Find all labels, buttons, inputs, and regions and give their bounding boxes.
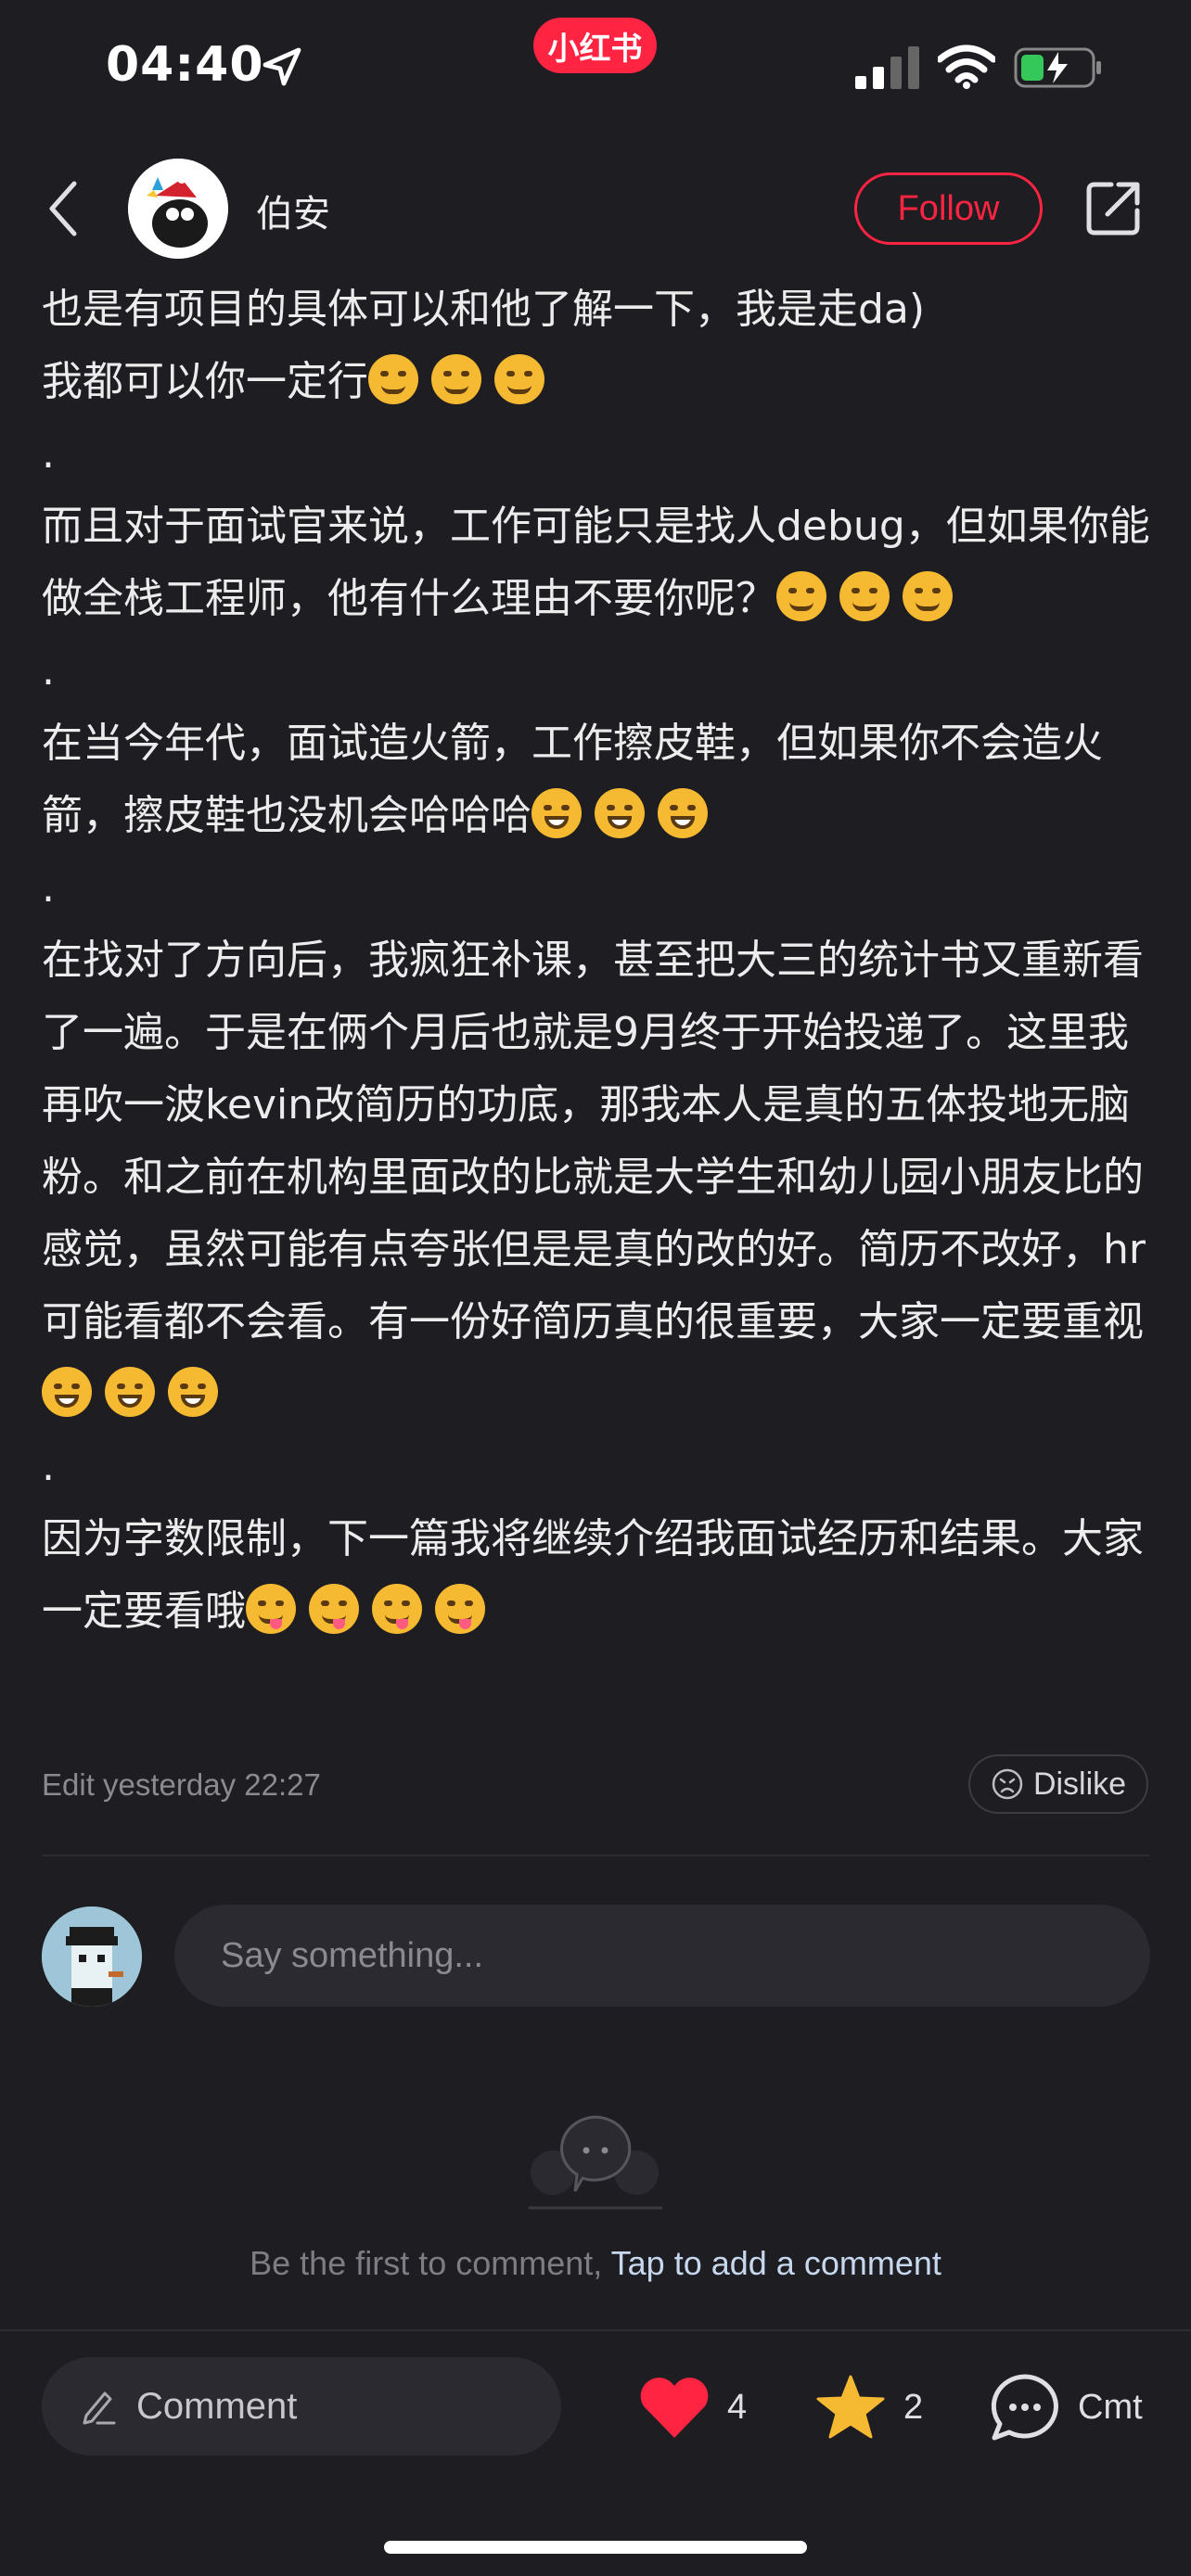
cellular-signal-icon [855,46,919,89]
paragraph: . [42,864,55,912]
smirking-face-icon [431,354,481,404]
paragraph: 在找对了方向后，我疯狂补课，甚至把大三的统计书又重新看了一遍。于是在俩个月后也就… [42,925,1155,1431]
dislike-button[interactable]: Dislike [968,1754,1148,1814]
smiley-face-icon [42,1367,92,1417]
user-avatar [42,1906,142,2007]
paragraph: . [42,1443,55,1490]
paragraph: . [42,430,55,478]
status-time: 04:40 [106,37,264,93]
comment-bubble-icon [991,2374,1058,2441]
avatar-illustration-icon [128,159,228,259]
edit-timestamp: Edit yesterday 22:27 [42,1767,321,1802]
paragraph: 在当今年代，面试造火箭，工作擦皮鞋，但如果你不会造火箭，擦皮鞋也没机会哈哈哈 [42,720,1103,839]
follow-button[interactable]: Follow [854,172,1043,245]
post-body: 也是有项目的具体可以和他了解一下，我是走da) 我都可以你一定行 . 而且对于面… [42,274,1155,1648]
heart-icon [640,2378,709,2438]
app-badge: 小红书 [533,18,657,73]
empty-comments-text: Be the first to comment, Tap to add a co… [0,2244,1191,2283]
grinning-face-icon [531,788,582,838]
pencil-icon [83,2391,116,2425]
battery-charging-icon [1014,47,1101,88]
grinning-face-icon [595,788,645,838]
paragraph: 也是有项目的具体可以和他了解一下，我是走da) [42,286,926,333]
share-icon[interactable] [1083,179,1143,238]
location-arrow-icon [263,47,301,86]
star-icon [816,2375,885,2439]
paragraph: . [42,647,55,695]
grinning-face-icon [658,788,708,838]
author-name[interactable]: 伯安 [256,184,330,237]
smirking-face-icon [368,354,418,404]
home-indicator[interactable] [384,2541,807,2554]
empty-comments-prompt: Be the first to comment, [250,2244,603,2282]
paragraph: 我都可以你一定行 [42,346,1155,418]
smirking-face-icon [839,571,890,621]
back-chevron-icon[interactable] [45,178,82,239]
paragraph: 而且对于面试官来说，工作可能只是找人debug，但如果你能做全栈工程师，他有什么… [42,503,1150,622]
say-something-input[interactable] [174,1905,1150,2007]
smiley-face-icon [105,1367,155,1417]
yum-face-icon [246,1584,296,1634]
comment-input-button[interactable]: Comment [42,2357,561,2455]
wifi-icon [938,45,995,89]
yum-face-icon [435,1584,485,1634]
divider [42,1855,1149,1856]
collect-count: 2 [903,2387,924,2427]
yum-face-icon [372,1584,422,1634]
smiley-face-icon [168,1367,218,1417]
add-comment-link[interactable]: Tap to add a comment [611,2244,941,2282]
smirking-face-icon [776,571,826,621]
like-button[interactable]: 4 [638,2374,747,2441]
like-count: 4 [727,2387,748,2427]
collect-button[interactable]: 2 [814,2374,923,2441]
smirking-face-icon [494,354,544,404]
frown-face-icon [992,1768,1023,1800]
empty-comments-icon [529,2115,662,2210]
comments-button[interactable]: Cmt [989,2374,1143,2441]
paragraph: 因为字数限制，下一篇我将继续介绍我面试经历和结果。大家一定要看哦 [42,1515,1144,1635]
smirking-face-icon [903,571,953,621]
pixel-avatar-icon [42,1906,142,2007]
comment-button-label: Comment [136,2385,298,2427]
dislike-label: Dislike [1032,1766,1127,1802]
author-avatar[interactable] [128,159,228,259]
comments-label: Cmt [1078,2387,1143,2427]
yum-face-icon [309,1584,359,1634]
bottom-bar-divider [0,2329,1191,2331]
